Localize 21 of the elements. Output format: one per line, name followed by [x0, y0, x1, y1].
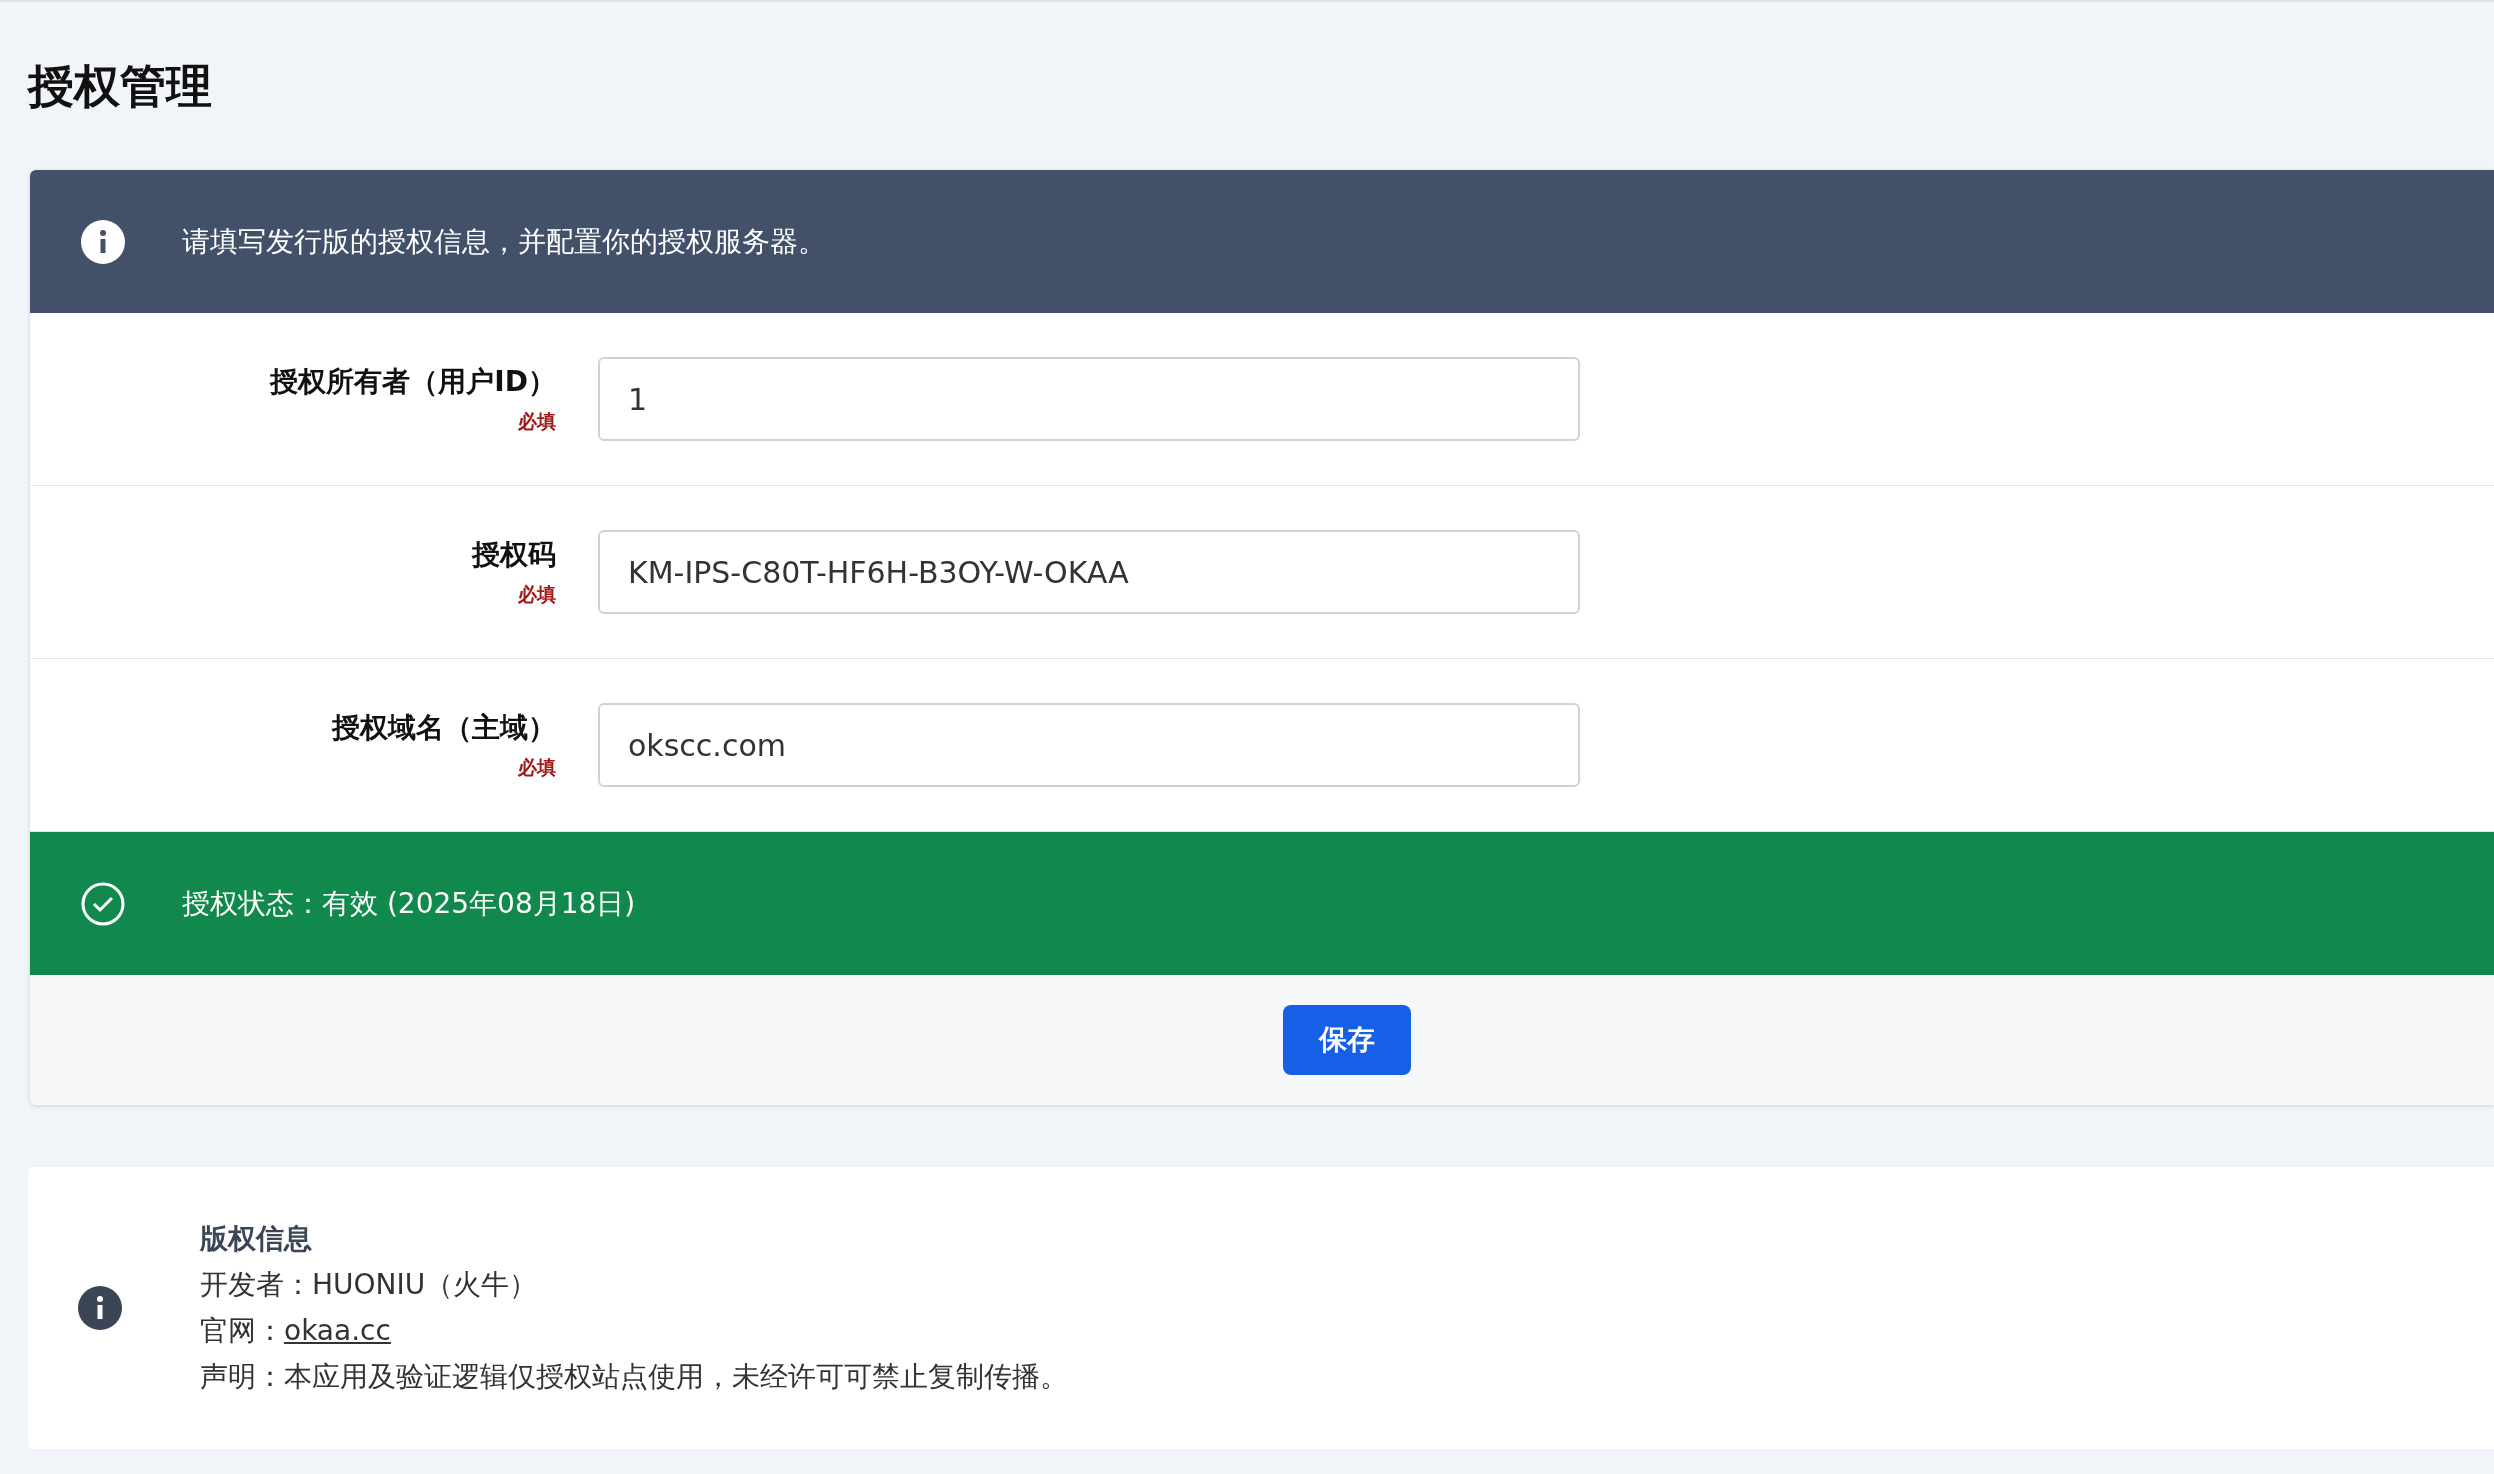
info-icon	[80, 218, 126, 265]
check-circle-icon	[80, 880, 126, 927]
developer-text: 开发者：HUONIU（火牛）	[200, 1267, 539, 1303]
field-label: 授权码	[472, 537, 556, 573]
field-label: 授权所有者（用户ID）	[270, 364, 556, 400]
info-icon	[78, 1286, 122, 1330]
input-field[interactable]: 1	[598, 357, 1580, 441]
banner-text: 授权状态：有效 (2025年08月18日)	[182, 885, 636, 922]
website-label: 官网：	[200, 1314, 284, 1347]
required-label: 必填	[518, 582, 556, 607]
input-field[interactable]: okscc.com	[598, 703, 1580, 787]
required-label: 必填	[518, 409, 556, 434]
field-label: 授权域名（主域）	[332, 710, 556, 746]
save-button[interactable]: 保存	[1283, 1005, 1411, 1075]
required-label: 必填	[518, 755, 556, 780]
banner-text: 请填写发行版的授权信息，并配置你的授权服务器。	[182, 223, 826, 260]
notice-text: 声明：本应用及验证逻辑仅授权站点使用，未经许可可禁止复制传播。	[200, 1359, 1068, 1395]
copyright-title: 版权信息	[200, 1221, 313, 1257]
website-link[interactable]: okaa.cc	[284, 1314, 391, 1347]
page-title: 授权管理	[26, 58, 213, 115]
input-field[interactable]: KM-IPS-C80T-HF6H-B3OY-W-OKAA	[598, 530, 1580, 614]
